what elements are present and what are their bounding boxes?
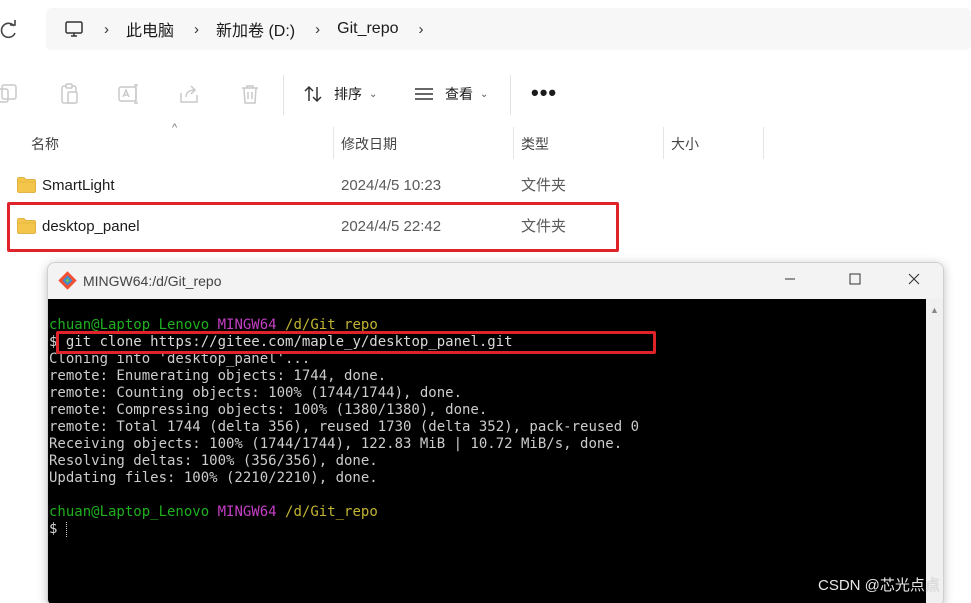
scroll-up-icon[interactable]: ▲: [930, 305, 939, 315]
chevron-right-icon[interactable]: ›: [315, 21, 320, 38]
toolbar-divider: [510, 75, 511, 115]
close-button[interactable]: [891, 263, 937, 299]
toolbar-divider: [283, 75, 284, 115]
chevron-right-icon[interactable]: ›: [104, 21, 109, 38]
refresh-icon[interactable]: [0, 19, 18, 41]
close-icon: [908, 273, 920, 285]
prompt-symbol: $: [49, 521, 58, 537]
sort-icon: [304, 85, 322, 103]
output-line: Resolving deltas: 100% (356/356), done.: [49, 453, 378, 469]
highlight-box-folder: [7, 202, 619, 252]
file-type: 文件夹: [521, 177, 567, 194]
rename-icon[interactable]: [117, 82, 141, 106]
output-line: Updating files: 100% (2210/2210), done.: [49, 470, 378, 486]
maximize-icon: [849, 273, 861, 285]
output-line: remote: Enumerating objects: 1744, done.: [49, 368, 387, 384]
command-bar: 排序 ⌄ 查看 ⌄: [0, 70, 971, 118]
file-row-smartlight[interactable]: SmartLight 2024/4/5 10:23 文件夹: [0, 169, 971, 203]
minimize-button[interactable]: [767, 263, 813, 299]
terminal-scrollbar[interactable]: ▲: [926, 299, 943, 603]
breadcrumb-git-repo[interactable]: Git_repo: [337, 20, 398, 38]
column-divider[interactable]: [763, 127, 764, 159]
paste-icon[interactable]: [58, 82, 82, 106]
share-icon[interactable]: [177, 82, 201, 106]
sort-label: 排序: [334, 86, 362, 102]
this-pc-icon[interactable]: [64, 19, 84, 39]
output-line: remote: Compressing objects: 100% (1380/…: [49, 402, 488, 418]
output-line: Receiving objects: 100% (1744/1744), 122…: [49, 436, 623, 452]
git-icon: [58, 271, 77, 290]
terminal-titlebar[interactable]: MINGW64:/d/Git_repo: [48, 263, 943, 299]
maximize-button[interactable]: [832, 263, 878, 299]
chevron-down-icon: ⌄: [480, 88, 489, 100]
prompt-env: MINGW64: [217, 504, 277, 520]
column-header-type[interactable]: 类型: [513, 127, 549, 161]
terminal-title: MINGW64:/d/Git_repo: [83, 273, 222, 289]
breadcrumb-drive-d[interactable]: 新加卷 (D:): [216, 17, 295, 41]
chevron-down-icon: ⌄: [369, 88, 378, 100]
output-line: remote: Total 1744 (delta 356), reused 1…: [49, 419, 640, 435]
column-header-size[interactable]: 大小: [663, 127, 699, 161]
minimize-icon: [785, 278, 795, 280]
more-options-icon[interactable]: •••: [531, 80, 557, 106]
view-label: 查看: [445, 86, 473, 102]
copy-icon[interactable]: [0, 82, 24, 106]
prompt-path: /d/Git_repo: [285, 504, 378, 520]
file-name: SmartLight: [42, 177, 115, 194]
column-header-modified[interactable]: 修改日期: [333, 127, 397, 161]
view-button[interactable]: 查看 ⌄: [414, 82, 488, 106]
output-line: remote: Counting objects: 100% (1744/174…: [49, 385, 463, 401]
column-header-row: 名称 修改日期 类型 大小: [0, 127, 971, 161]
watermark: CSDN @芯光点点: [818, 577, 940, 594]
column-header-name[interactable]: 名称: [23, 127, 59, 161]
chevron-right-icon[interactable]: ›: [419, 21, 424, 38]
text-cursor: [65, 521, 67, 537]
breadcrumb-this-pc[interactable]: 此电脑: [126, 17, 174, 41]
highlight-box-command: [56, 331, 656, 354]
file-modified: 2024/4/5 10:23: [341, 177, 442, 194]
address-bar[interactable]: › 此电脑 › 新加卷 (D:) › Git_repo ›: [46, 8, 971, 50]
folder-icon: [17, 177, 36, 193]
prompt-user: chuan@Laptop_Lenovo: [49, 504, 210, 520]
chevron-right-icon[interactable]: ›: [194, 21, 199, 38]
delete-icon[interactable]: [238, 82, 262, 106]
view-icon: [415, 88, 433, 100]
terminal-window[interactable]: MINGW64:/d/Git_repo chuan@Laptop_Lenovo …: [47, 262, 944, 603]
sort-button[interactable]: 排序 ⌄: [303, 82, 377, 106]
